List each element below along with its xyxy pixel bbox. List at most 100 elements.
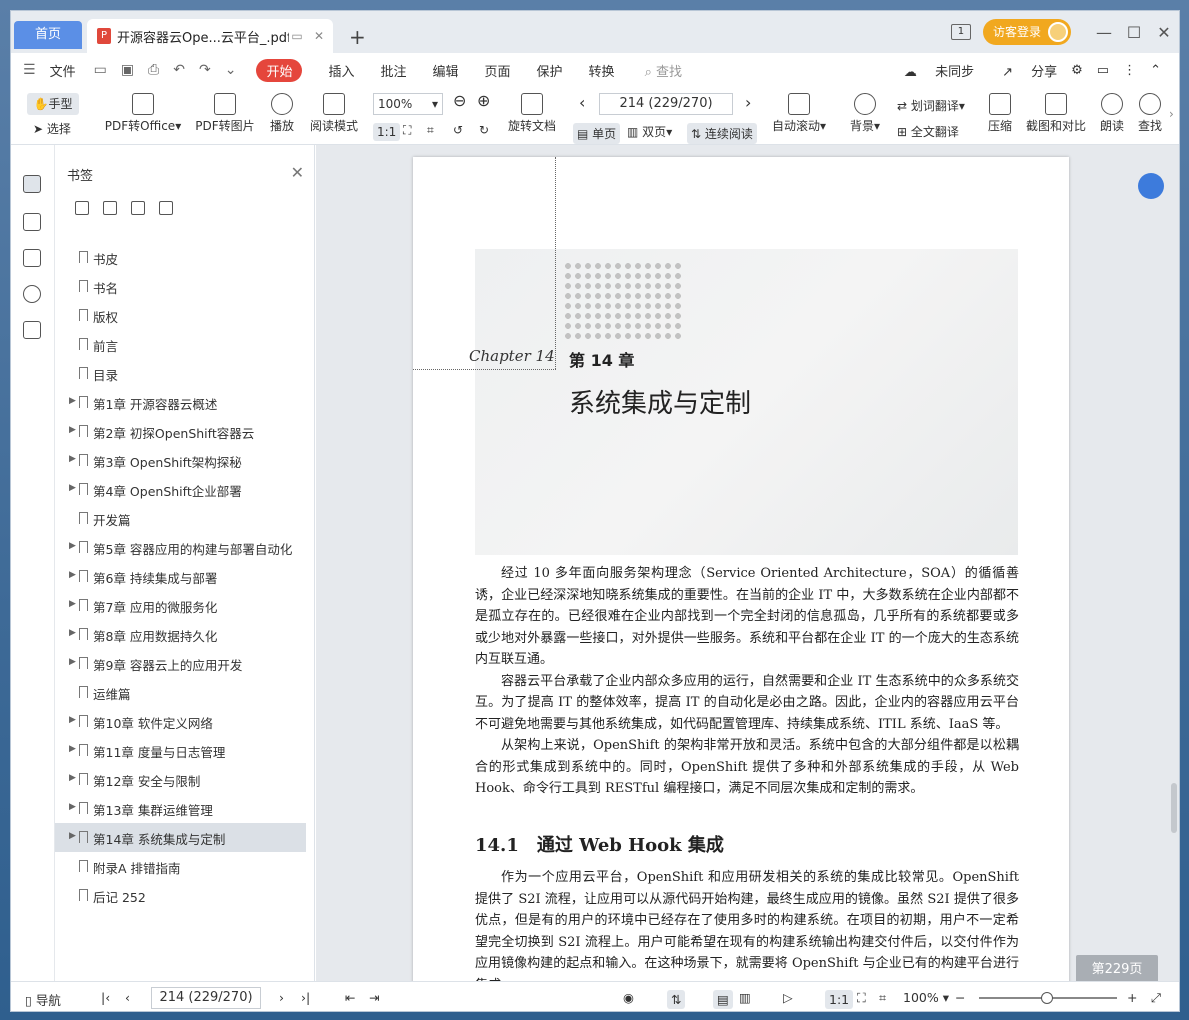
zoom-slider-knob[interactable]	[1041, 992, 1053, 1004]
hand-tool-button[interactable]: ✋手型	[27, 93, 79, 115]
expand-arrow-icon[interactable]: ▶	[69, 802, 76, 812]
read-aloud-button[interactable]: 朗读	[1097, 93, 1127, 134]
zoom-select[interactable]: 100% ▾	[373, 93, 443, 115]
bookmark-item[interactable]: ▶ 第5章 容器应用的构建与部署自动化	[55, 533, 314, 562]
expand-arrow-icon[interactable]: ▶	[69, 425, 76, 435]
scroll-thumb[interactable]	[1171, 783, 1177, 833]
first-page-icon[interactable]: |‹	[101, 990, 110, 1005]
bookmark-item[interactable]: ▶ 第4章 OpenShift企业部署	[55, 475, 314, 504]
next-page-icon[interactable]: ›	[745, 93, 751, 112]
expand-arrow-icon[interactable]: ▶	[69, 599, 76, 609]
actual-size-icon[interactable]: 1:1	[373, 123, 401, 141]
expand-arrow-icon[interactable]: ▶	[69, 773, 76, 783]
bookmark-item[interactable]: 版权	[55, 301, 314, 330]
single-page-status-icon[interactable]: ▤	[713, 990, 733, 1009]
vertical-scrollbar[interactable]	[1166, 145, 1179, 981]
fit-width-icon[interactable]: ⌗	[427, 123, 434, 138]
actual-size-status-icon[interactable]: 1:1	[825, 990, 854, 1009]
expand-arrow-icon[interactable]: ▶	[69, 396, 76, 406]
pdf-to-office-button[interactable]: PDF转Office▾	[103, 93, 183, 134]
share-button[interactable]: ↗ 分享	[988, 61, 1057, 80]
expand-arrow-icon[interactable]: ▶	[69, 744, 76, 754]
bookmark-item[interactable]: ▶ 第11章 度量与日志管理	[55, 736, 314, 765]
add-child-bookmark-icon[interactable]	[103, 201, 117, 215]
expand-bookmark-icon[interactable]	[131, 201, 145, 215]
guest-login-button[interactable]: 访客登录	[982, 19, 1071, 45]
expand-arrow-icon[interactable]: ▶	[69, 628, 76, 638]
menu-file[interactable]: 文件	[50, 61, 76, 80]
search-box[interactable]: ⌕ 查找	[645, 61, 682, 80]
attachment-icon[interactable]	[23, 285, 41, 303]
zoom-in-status-icon[interactable]: +	[1127, 990, 1137, 1005]
full-translate-button[interactable]: ⊞ 全文翻译	[897, 123, 959, 140]
redo-icon[interactable]: ↷	[199, 62, 211, 78]
page-number-input[interactable]: 214 (229/270)	[599, 93, 733, 115]
save-icon[interactable]: ▣	[121, 62, 134, 78]
double-page-status-icon[interactable]: ▥	[739, 990, 751, 1005]
hamburger-icon[interactable]: ☰	[23, 62, 36, 78]
bookmark-item[interactable]: 运维篇	[55, 678, 314, 707]
print-icon[interactable]: ⎙	[148, 62, 159, 78]
comment-icon[interactable]	[23, 249, 41, 267]
minimize-button[interactable]: —	[1089, 23, 1119, 42]
expand-arrow-icon[interactable]: ▶	[69, 483, 76, 493]
zoom-slider[interactable]	[979, 992, 1117, 1004]
maximize-button[interactable]: ☐	[1119, 23, 1149, 42]
bookmark-item[interactable]: 目录	[55, 359, 314, 388]
menu-start[interactable]: 开始	[256, 58, 303, 82]
bookmark-item[interactable]: 后记 252	[55, 881, 314, 910]
play-button[interactable]: 播放	[267, 93, 297, 134]
close-panel-icon[interactable]: ✕	[291, 163, 304, 182]
undo-icon[interactable]: ↶	[173, 62, 185, 78]
zoom-status-select[interactable]: 100% ▾	[903, 990, 949, 1005]
bookmark-item[interactable]: ▶ 第8章 应用数据持久化	[55, 620, 314, 649]
last-page-icon[interactable]: ›|	[301, 990, 310, 1005]
menu-convert[interactable]: 转换	[589, 61, 615, 80]
fit-width-status-icon[interactable]: ⌗	[879, 990, 886, 1006]
settings-icon[interactable]: ⚙	[1071, 63, 1083, 78]
expand-arrow-icon[interactable]: ▶	[69, 831, 76, 841]
bookmark-icon[interactable]	[23, 175, 41, 193]
bookmark-item[interactable]: ▶ 第6章 持续集成与部署	[55, 562, 314, 591]
find-button[interactable]: 查找	[1135, 93, 1165, 134]
bookmark-item[interactable]: ▶ 第3章 OpenShift架构探秘	[55, 446, 314, 475]
prev-page-icon[interactable]: ‹	[579, 93, 585, 112]
document-view[interactable]: Chapter 14 第 14 章 系统集成与定制 经过 10 多年面向服务架构…	[316, 145, 1179, 981]
menu-protect[interactable]: 保护	[537, 61, 563, 80]
menu-edit[interactable]: 编辑	[433, 61, 459, 80]
bookmark-item[interactable]: ▶ 第1章 开源容器云概述	[55, 388, 314, 417]
collapse-bookmark-icon[interactable]	[159, 201, 173, 215]
expand-arrow-icon[interactable]: ▶	[69, 454, 76, 464]
read-mode-button[interactable]: 阅读模式	[309, 93, 359, 134]
bookmark-item[interactable]: ▶ 第7章 应用的微服务化	[55, 591, 314, 620]
menu-insert[interactable]: 插入	[328, 61, 354, 80]
close-window-button[interactable]: ✕	[1149, 23, 1179, 42]
continuous-read-button[interactable]: ⇅ 连续阅读	[687, 123, 757, 144]
eye-care-icon[interactable]: ◉	[623, 990, 634, 1005]
play-status-icon[interactable]: ▷	[783, 990, 793, 1005]
select-tool-button[interactable]: ➤ 选择	[33, 120, 71, 137]
expand-arrow-icon[interactable]: ▶	[69, 657, 76, 667]
fit-page-status-icon[interactable]: ⛶	[857, 990, 866, 1006]
message-icon[interactable]: ▭	[1097, 63, 1109, 78]
bookmark-item[interactable]: 书名	[55, 272, 314, 301]
close-tab-icon[interactable]: ✕	[311, 28, 327, 44]
zoom-out-status-icon[interactable]: −	[955, 990, 965, 1005]
screenshot-compare-button[interactable]: 截图和对比	[1025, 93, 1087, 134]
expand-arrow-icon[interactable]: ▶	[69, 570, 76, 580]
bookmark-item[interactable]: 附录A 排错指南	[55, 852, 314, 881]
bookmark-item[interactable]: ▶ 第9章 容器云上的应用开发	[55, 649, 314, 678]
continuous-status-icon[interactable]: ⇅	[667, 990, 686, 1009]
zoom-out-icon[interactable]: ⊖	[453, 91, 466, 110]
more-icon[interactable]: ⋮	[1123, 63, 1136, 78]
tab-home[interactable]: 首页	[14, 21, 82, 49]
signature-icon[interactable]	[23, 321, 41, 339]
floating-tool-button[interactable]	[1138, 173, 1164, 199]
zoom-in-icon[interactable]: ⊕	[477, 91, 490, 110]
rotate-left-icon[interactable]: ↺	[453, 123, 463, 137]
collapse-ribbon-icon[interactable]: ⌃	[1150, 63, 1161, 78]
tab-document[interactable]: P 开源容器云Ope...云平台_.pdf ▭ ✕	[87, 19, 333, 53]
nav-toggle[interactable]: ▯ 导航	[25, 990, 61, 1009]
status-page-input[interactable]: 214 (229/270)	[151, 987, 261, 1009]
next-page-status-icon[interactable]: ›	[279, 990, 284, 1005]
